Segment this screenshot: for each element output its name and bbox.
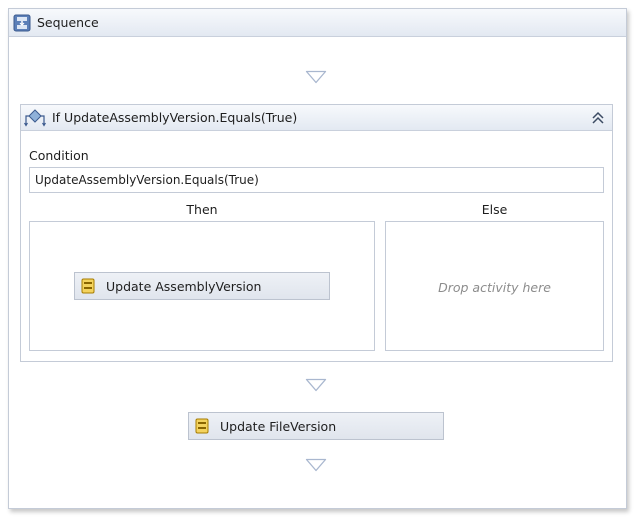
else-branch-panel[interactable]: Drop activity here [385, 221, 604, 351]
assign-activity-icon [195, 418, 209, 434]
sequence-activity[interactable]: Sequence If UpdateAssemblyVersion.Equals… [8, 8, 627, 509]
update-fileversion-activity[interactable]: Update FileVersion [188, 412, 444, 440]
drop-arrow-icon[interactable] [305, 70, 327, 84]
condition-input[interactable]: UpdateAssemblyVersion.Equals(True) [29, 167, 604, 193]
sequence-header[interactable]: Sequence [9, 9, 626, 37]
sequence-icon [13, 14, 31, 32]
update-assemblyversion-activity[interactable]: Update AssemblyVersion [74, 272, 330, 300]
if-activity[interactable]: If UpdateAssemblyVersion.Equals(True) Co… [20, 104, 613, 362]
if-activity-icon [24, 109, 46, 127]
then-branch-panel[interactable]: Update AssemblyVersion [29, 221, 375, 351]
chevron-double-up-icon[interactable] [589, 109, 607, 127]
activity-label: Update AssemblyVersion [106, 279, 262, 294]
condition-label: Condition [29, 148, 89, 163]
if-activity-title: If UpdateAssemblyVersion.Equals(True) [52, 110, 298, 125]
else-label: Else [481, 202, 508, 217]
activity-label: Update FileVersion [220, 419, 337, 434]
sequence-title: Sequence [37, 15, 99, 30]
drop-activity-placeholder: Drop activity here [438, 280, 551, 295]
assign-activity-icon [81, 278, 95, 294]
drop-arrow-icon[interactable] [305, 378, 327, 392]
then-label: Then [186, 202, 218, 217]
drop-arrow-icon[interactable] [305, 458, 327, 472]
if-activity-header[interactable]: If UpdateAssemblyVersion.Equals(True) [21, 105, 612, 131]
